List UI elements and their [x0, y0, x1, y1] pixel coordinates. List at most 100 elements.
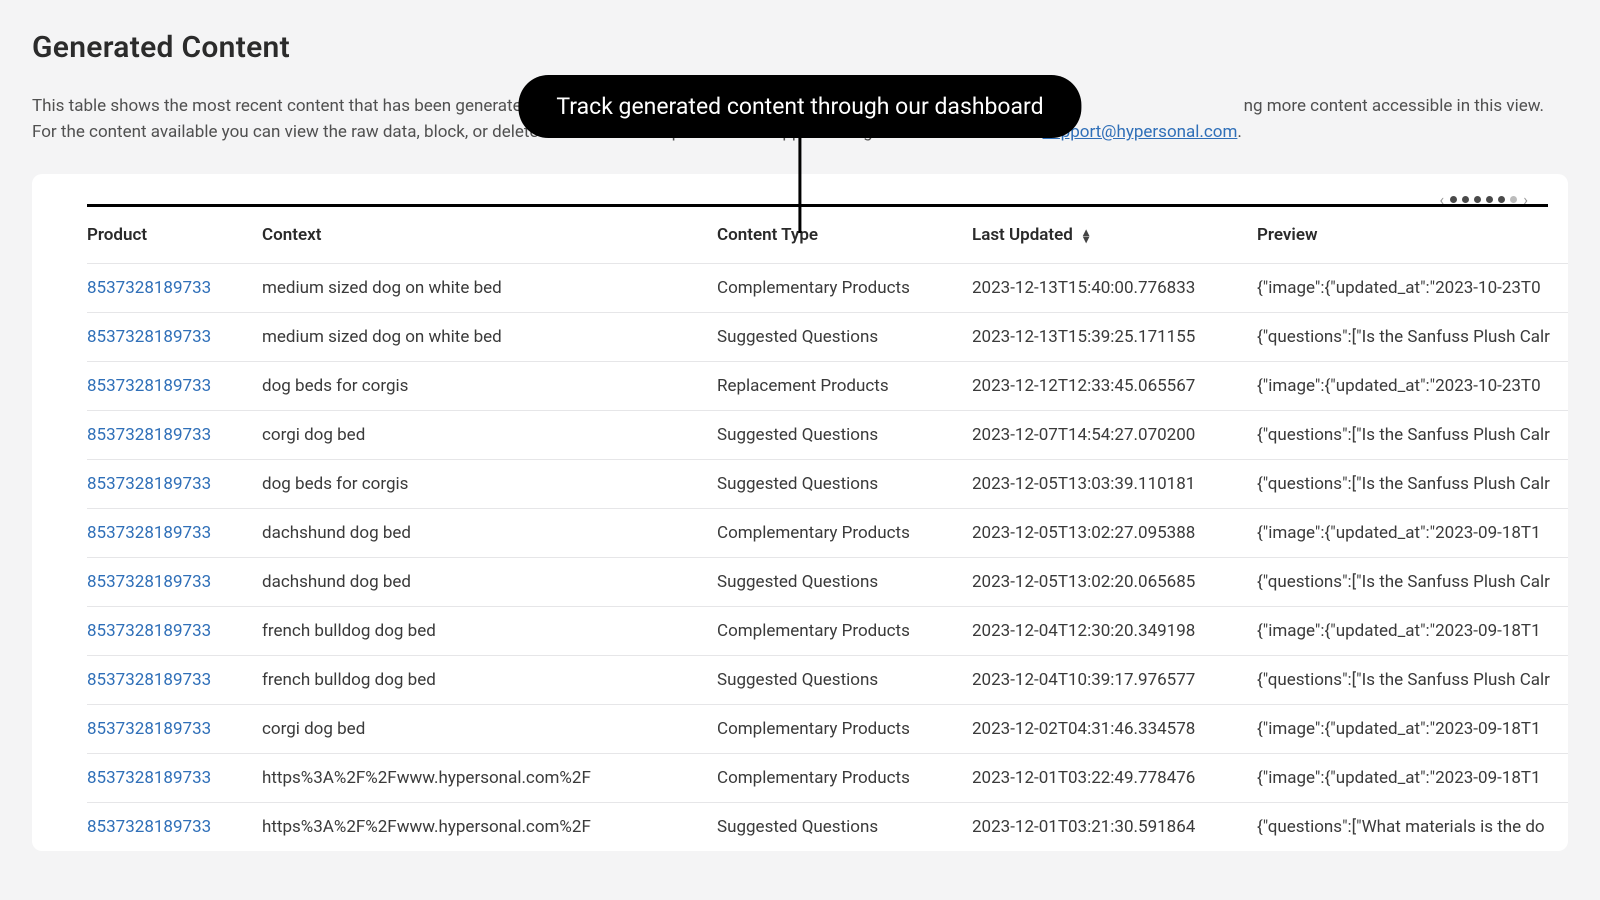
cell-content-type: Complementary Products [717, 508, 972, 557]
cell-preview: {"image":{"updated_at":"2023-09-18T1 [1257, 704, 1568, 753]
product-link[interactable]: 8537328189733 [87, 621, 211, 641]
cell-product: 8537328189733 [87, 263, 262, 312]
cell-content-type: Suggested Questions [717, 410, 972, 459]
content-card: ‹ › Product Context Content Type Last Up… [32, 174, 1568, 851]
cell-product: 8537328189733 [87, 704, 262, 753]
cell-content-type: Complementary Products [717, 263, 972, 312]
cell-product: 8537328189733 [87, 361, 262, 410]
cell-product: 8537328189733 [87, 410, 262, 459]
carousel-dots [1450, 196, 1517, 203]
col-header-product[interactable]: Product [87, 207, 262, 264]
product-link[interactable]: 8537328189733 [87, 719, 211, 739]
product-link[interactable]: 8537328189733 [87, 425, 211, 445]
table-row[interactable]: 8537328189733 dachshund dog bedSuggested … [87, 557, 1568, 606]
table-row[interactable]: 8537328189733 corgi dog bedSuggested Ques… [87, 410, 1568, 459]
cell-context: https%3A%2F%2Fwww.hypersonal.com%2F [262, 753, 717, 802]
cell-last-updated: 2023-12-02T04:31:46.334578 [972, 704, 1257, 753]
carousel-dot[interactable] [1474, 196, 1481, 203]
table-row[interactable]: 8537328189733 medium sized dog on white b… [87, 263, 1568, 312]
sort-icon: ▴▾ [1083, 227, 1089, 244]
cell-last-updated: 2023-12-01T03:21:30.591864 [972, 802, 1257, 851]
generated-content-table: Product Context Content Type Last Update… [87, 207, 1568, 851]
col-header-preview[interactable]: Preview [1257, 207, 1568, 264]
cell-product: 8537328189733 [87, 802, 262, 851]
carousel-dot[interactable] [1450, 196, 1457, 203]
cell-last-updated: 2023-12-13T15:39:25.171155 [972, 312, 1257, 361]
cell-context: medium sized dog on white bed [262, 263, 717, 312]
cell-content-type: Suggested Questions [717, 459, 972, 508]
cell-preview: {"questions":["Is the Sanfuss Plush Calr [1257, 459, 1568, 508]
table-row[interactable]: 8537328189733 https%3A%2F%2Fwww.hypersona… [87, 802, 1568, 851]
carousel-dot[interactable] [1486, 196, 1493, 203]
table-row[interactable]: 8537328189733 french bulldog dog bedSugge… [87, 655, 1568, 704]
cell-last-updated: 2023-12-07T14:54:27.070200 [972, 410, 1257, 459]
cell-content-type: Suggested Questions [717, 802, 972, 851]
cell-preview: {"questions":["Is the Sanfuss Plush Calr [1257, 410, 1568, 459]
cell-content-type: Complementary Products [717, 753, 972, 802]
product-link[interactable]: 8537328189733 [87, 523, 211, 543]
cell-last-updated: 2023-12-13T15:40:00.776833 [972, 263, 1257, 312]
cell-content-type: Suggested Questions [717, 557, 972, 606]
table-row[interactable]: 8537328189733french bulldog dog bedCompl… [87, 606, 1568, 655]
cell-content-type: Complementary Products [717, 704, 972, 753]
product-link[interactable]: 8537328189733 [87, 376, 211, 396]
cell-context: corgi dog bed [262, 704, 717, 753]
carousel-dot[interactable] [1462, 196, 1469, 203]
description-suffix: . [1237, 122, 1241, 142]
product-link[interactable]: 8537328189733 [87, 817, 211, 837]
cell-content-type: Complementary Products [717, 606, 972, 655]
product-link[interactable]: 8537328189733 [87, 327, 211, 347]
cell-preview: {"questions":["What materials is the do [1257, 802, 1568, 851]
table-row[interactable]: 8537328189733 dachshund dog bedComplement… [87, 508, 1568, 557]
cell-content-type: Suggested Questions [717, 655, 972, 704]
cell-last-updated: 2023-12-05T13:02:20.065685 [972, 557, 1257, 606]
cell-last-updated: 2023-12-05T13:02:27.095388 [972, 508, 1257, 557]
product-link[interactable]: 8537328189733 [87, 670, 211, 690]
cell-product: 8537328189733 [87, 312, 262, 361]
cell-context: dog beds for corgis [262, 459, 717, 508]
page-title: Generated Content [32, 30, 1568, 65]
cell-product: 8537328189733 [87, 557, 262, 606]
cell-context: https%3A%2F%2Fwww.hypersonal.com%2F [262, 802, 717, 851]
description-prefix: This table shows the most recent content… [32, 96, 577, 116]
cell-context: dachshund dog bed [262, 508, 717, 557]
tooltip-bubble: Track generated content through our dash… [518, 75, 1081, 138]
table-row[interactable]: 8537328189733 https%3A%2F%2Fwww.hypersona… [87, 753, 1568, 802]
cell-context: french bulldog dog bed [262, 655, 717, 704]
cell-preview: {"questions":["Is the Sanfuss Plush Calr [1257, 557, 1568, 606]
table-row[interactable]: 8537328189733 corgi dog bedComplementary … [87, 704, 1568, 753]
cell-preview: {"image":{"updated_at":"2023-09-18T1 [1257, 606, 1568, 655]
carousel-dot[interactable] [1498, 196, 1505, 203]
product-link[interactable]: 8537328189733 [87, 768, 211, 788]
cell-last-updated: 2023-12-01T03:22:49.778476 [972, 753, 1257, 802]
cell-last-updated: 2023-12-12T12:33:45.065567 [972, 361, 1257, 410]
cell-context: corgi dog bed [262, 410, 717, 459]
table-row[interactable]: 8537328189733 dog beds for corgisReplacem… [87, 361, 1568, 410]
table-row[interactable]: 8537328189733 dog beds for corgisSuggeste… [87, 459, 1568, 508]
carousel-dot[interactable] [1510, 196, 1517, 203]
table-row[interactable]: 8537328189733 medium sized dog on white b… [87, 312, 1568, 361]
cell-product: 8537328189733 [87, 508, 262, 557]
cell-preview: {"questions":["Is the Sanfuss Plush Calr [1257, 655, 1568, 704]
cell-context: dachshund dog bed [262, 557, 717, 606]
cell-product: 8537328189733 [87, 459, 262, 508]
cell-last-updated: 2023-12-04T10:39:17.976577 [972, 655, 1257, 704]
cell-product: 8537328189733 [87, 753, 262, 802]
cell-preview: {"questions":["Is the Sanfuss Plush Calr [1257, 312, 1568, 361]
tooltip-pointer [798, 138, 801, 233]
cell-preview: {"image":{"updated_at":"2023-10-23T0 [1257, 361, 1568, 410]
cell-preview: {"image":{"updated_at":"2023-10-23T0 [1257, 263, 1568, 312]
onboarding-tooltip: Track generated content through our dash… [518, 75, 1081, 233]
cell-product: 8537328189733 [87, 606, 262, 655]
cell-preview: {"image":{"updated_at":"2023-09-18T1 [1257, 508, 1568, 557]
cell-content-type: Replacement Products [717, 361, 972, 410]
product-link[interactable]: 8537328189733 [87, 278, 211, 298]
cell-context: medium sized dog on white bed [262, 312, 717, 361]
cell-last-updated: 2023-12-05T13:03:39.110181 [972, 459, 1257, 508]
product-link[interactable]: 8537328189733 [87, 474, 211, 494]
cell-product: 8537328189733 [87, 655, 262, 704]
cell-context: dog beds for corgis [262, 361, 717, 410]
cell-last-updated: 2023-12-04T12:30:20.349198 [972, 606, 1257, 655]
product-link[interactable]: 8537328189733 [87, 572, 211, 592]
cell-content-type: Suggested Questions [717, 312, 972, 361]
